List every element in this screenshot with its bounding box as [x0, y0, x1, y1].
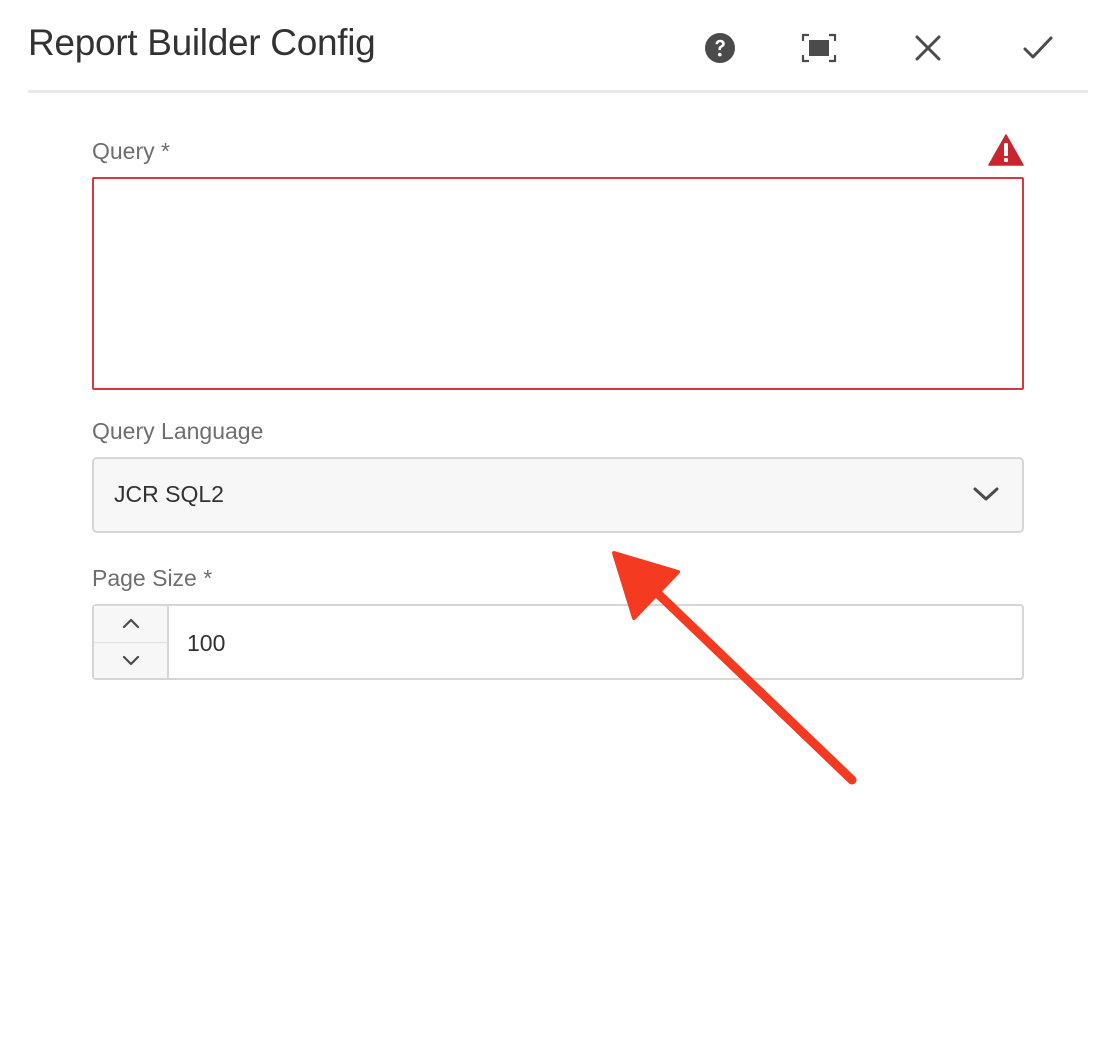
- fullscreen-icon: [801, 33, 837, 63]
- dialog-title: Report Builder Config: [28, 22, 376, 63]
- query-language-select[interactable]: JCR SQL2: [92, 457, 1024, 533]
- close-button[interactable]: [908, 28, 948, 68]
- chevron-up-icon: [122, 618, 139, 629]
- checkmark-icon: [1023, 36, 1053, 59]
- fullscreen-button[interactable]: [799, 28, 839, 68]
- page-size-stepper: 100: [92, 604, 1024, 680]
- page-size-input[interactable]: 100: [187, 630, 225, 657]
- query-textarea[interactable]: [92, 177, 1024, 390]
- query-label: Query *: [92, 138, 170, 164]
- alert-icon: [988, 134, 1024, 166]
- query-language-value: JCR SQL2: [114, 481, 224, 507]
- dialog-header: Report Builder Config: [28, 0, 1088, 93]
- page-size-label: Page Size *: [92, 565, 213, 591]
- query-language-label: Query Language: [92, 418, 264, 444]
- increment-button[interactable]: [94, 606, 167, 643]
- decrement-button[interactable]: [94, 642, 167, 678]
- help-icon: [705, 33, 735, 63]
- help-button[interactable]: [700, 28, 740, 68]
- report-builder-config-dialog: Report Builder Config Query * Query Lang…: [0, 0, 1118, 1046]
- stepper-buttons: [94, 606, 169, 678]
- done-button[interactable]: [1018, 28, 1058, 68]
- close-icon: [915, 35, 941, 61]
- chevron-down-icon: [973, 487, 999, 501]
- chevron-down-icon: [122, 655, 139, 666]
